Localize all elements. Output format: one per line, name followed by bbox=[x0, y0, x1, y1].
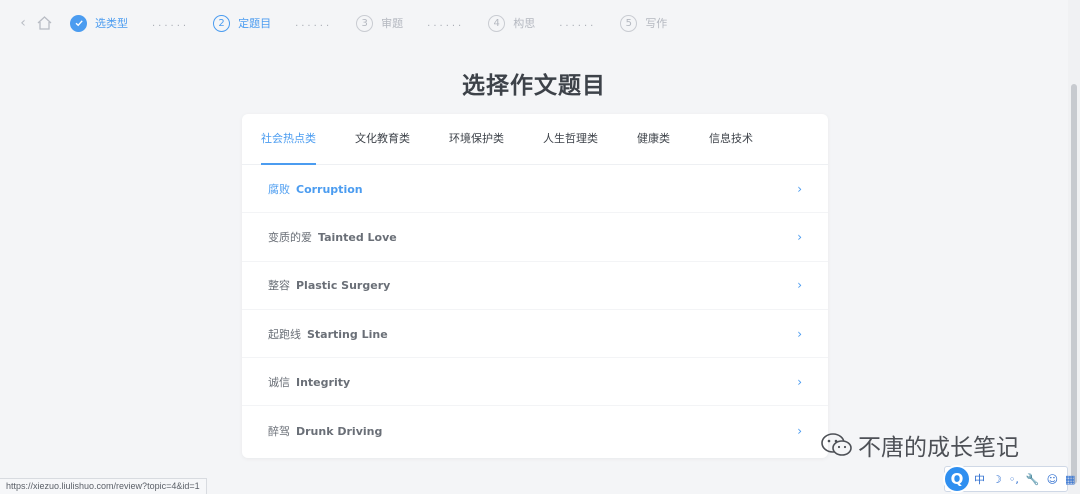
step-separator: ...... bbox=[559, 17, 597, 29]
tab-environment[interactable]: 环境保护类 bbox=[449, 113, 504, 164]
step-separator: ...... bbox=[295, 17, 333, 29]
topic-en: Integrity bbox=[296, 375, 351, 389]
ime-language-toggle[interactable]: 中 bbox=[974, 471, 985, 487]
chevron-right-icon: › bbox=[797, 181, 802, 196]
topic-card: 社会热点类 文化教育类 环境保护类 人生哲理类 健康类 信息技术 腐败 Corru… bbox=[242, 114, 828, 458]
step-4: 4 构思 bbox=[488, 14, 536, 32]
step-number: 2 bbox=[213, 14, 231, 32]
tab-information-technology[interactable]: 信息技术 bbox=[709, 113, 753, 164]
step-label: 选类型 bbox=[95, 17, 128, 30]
ime-logo-icon[interactable]: Q bbox=[943, 465, 971, 493]
topic-cn: 诚信 bbox=[268, 375, 290, 389]
topic-item[interactable]: 整容 Plastic Surgery › bbox=[242, 262, 828, 310]
smiley-icon[interactable]: ☺ bbox=[1047, 473, 1058, 486]
step-number: 5 bbox=[620, 14, 638, 32]
topic-list: 腐败 Corruption › 变质的爱 Tainted Love › 整容 Plas… bbox=[242, 165, 828, 455]
topic-item[interactable]: 变质的爱 Tainted Love › bbox=[242, 213, 828, 262]
step-number: 3 bbox=[356, 14, 374, 32]
tab-health[interactable]: 健康类 bbox=[637, 113, 670, 164]
step-5: 5 写作 bbox=[620, 14, 668, 32]
topic-cn: 腐败 bbox=[268, 182, 290, 196]
step-progress-bar: ‹ 选类型 ...... 2 定题目 ...... 3 审题 ...... 4 … bbox=[0, 0, 1068, 46]
chevron-right-icon: › bbox=[797, 326, 802, 341]
chevron-right-icon: › bbox=[797, 278, 802, 293]
step-separator: ...... bbox=[427, 17, 465, 29]
punctuation-icon[interactable]: ◦, bbox=[1009, 473, 1019, 486]
wrench-icon[interactable]: 🔧 bbox=[1026, 473, 1040, 486]
topic-en: Corruption bbox=[296, 182, 363, 196]
tab-culture-education[interactable]: 文化教育类 bbox=[355, 113, 410, 164]
topic-en: Tainted Love bbox=[318, 230, 397, 244]
grid-icon[interactable]: ▦ bbox=[1065, 473, 1075, 486]
chevron-right-icon: › bbox=[797, 374, 802, 389]
chevron-right-icon: › bbox=[797, 423, 802, 438]
topic-item[interactable]: 起跑线 Starting Line › bbox=[242, 310, 828, 359]
moon-icon[interactable]: ☽ bbox=[992, 473, 1002, 486]
topic-cn: 整容 bbox=[268, 279, 290, 293]
home-icon[interactable] bbox=[36, 14, 54, 32]
topic-en: Drunk Driving bbox=[296, 424, 383, 438]
step-label: 写作 bbox=[645, 17, 668, 30]
check-icon bbox=[70, 14, 87, 32]
category-tabs: 社会热点类 文化教育类 环境保护类 人生哲理类 健康类 信息技术 bbox=[242, 114, 828, 165]
watermark-text: 不唐的成长笔记 bbox=[858, 435, 1019, 461]
topic-title: 腐败 Corruption bbox=[268, 181, 792, 197]
chevron-left-icon[interactable]: ‹ bbox=[16, 15, 30, 31]
step-2[interactable]: 2 定题目 bbox=[213, 14, 272, 32]
tab-social-hotspot[interactable]: 社会热点类 bbox=[261, 113, 316, 165]
step-label: 构思 bbox=[513, 17, 536, 30]
ime-toolbar[interactable]: Q 中 ☽ ◦, 🔧 ☺ ▦ bbox=[943, 465, 1075, 493]
scrollbar-thumb[interactable] bbox=[1071, 84, 1077, 484]
step-label: 审题 bbox=[381, 17, 404, 30]
topic-item[interactable]: 腐败 Corruption › bbox=[242, 165, 828, 214]
step-1[interactable]: 选类型 bbox=[70, 14, 128, 32]
step-label: 定题目 bbox=[238, 17, 272, 30]
status-bar-url: https://xiezuo.liulishuo.com/review?topi… bbox=[0, 478, 207, 494]
page-title: 选择作文题目 bbox=[462, 73, 606, 99]
topic-item[interactable]: 醉驾 Drunk Driving › bbox=[242, 406, 828, 454]
watermark: 不唐的成长笔记 bbox=[820, 428, 1019, 462]
tab-life-philosophy[interactable]: 人生哲理类 bbox=[543, 113, 598, 164]
wechat-icon bbox=[820, 431, 854, 459]
topic-item[interactable]: 诚信 Integrity › bbox=[242, 358, 828, 407]
topic-title: 整容 Plastic Surgery bbox=[268, 277, 792, 293]
topic-title: 醉驾 Drunk Driving bbox=[268, 423, 792, 439]
step-number: 4 bbox=[488, 14, 506, 32]
chevron-right-icon: › bbox=[797, 229, 802, 244]
step-3: 3 审题 bbox=[356, 14, 404, 32]
topic-title: 诚信 Integrity bbox=[268, 374, 792, 390]
vertical-scrollbar[interactable] bbox=[1068, 0, 1080, 494]
topic-cn: 变质的爱 bbox=[268, 230, 312, 244]
topic-cn: 起跑线 bbox=[268, 327, 301, 341]
topic-en: Plastic Surgery bbox=[296, 279, 391, 293]
step-separator: ...... bbox=[152, 17, 190, 29]
topic-cn: 醉驾 bbox=[268, 424, 290, 438]
topic-title: 起跑线 Starting Line bbox=[268, 326, 792, 342]
topic-title: 变质的爱 Tainted Love bbox=[268, 229, 792, 245]
topic-en: Starting Line bbox=[307, 327, 388, 341]
